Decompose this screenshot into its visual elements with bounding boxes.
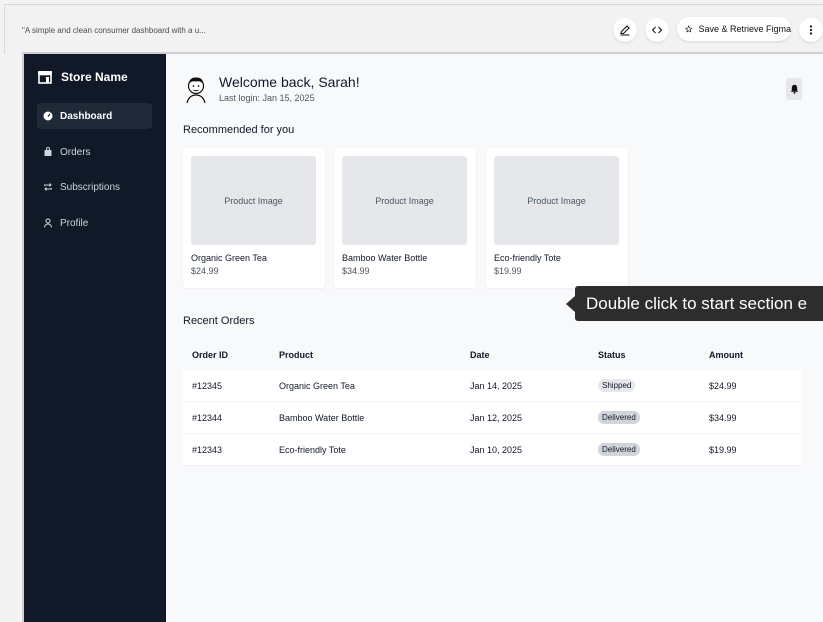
pencil-icon [620,25,630,36]
product-price: $34.99 [342,266,370,276]
product-image: Product Image [342,156,467,245]
product-price: $24.99 [191,266,219,276]
status-badge: Delivered [598,411,640,424]
product-name: Eco-friendly Tote [494,253,561,263]
editor-toolbar: "A simple and clean consumer dashboard w… [4,4,823,54]
status-badge: Delivered [598,443,640,456]
tooltip-arrow [566,296,575,312]
product-card[interactable]: Product Image Eco-friendly Tote $19.99 [486,148,628,288]
order-date: Jan 10, 2025 [470,444,523,455]
order-product: Eco-friendly Tote [279,444,346,455]
product-name: Organic Green Tea [191,253,267,263]
bag-icon [44,147,52,156]
sidebar-item-label: Subscriptions [60,181,121,193]
column-header: Amount [709,350,743,360]
order-product: Organic Green Tea [279,380,355,391]
product-card[interactable]: Product Image Organic Green Tea $24.99 [183,148,325,288]
sidebar-item-dashboard[interactable]: Dashboard [37,103,152,129]
table-row[interactable]: #12345 Organic Green Tea Jan 14, 2025 Sh… [183,370,801,402]
welcome-heading: Welcome back, Sarah! [219,74,360,90]
product-price: $19.99 [494,266,522,276]
brand-name: Store Name [61,70,128,84]
product-image: Product Image [494,156,619,245]
save-retrieve-figma-button[interactable]: Save & Retrieve Figma [677,17,791,41]
order-amount: $24.99 [709,380,737,391]
notifications-button[interactable] [786,78,802,100]
avatar [186,77,206,104]
column-header: Status [598,350,626,360]
product-card[interactable]: Product Image Bamboo Water Bottle $34.99 [334,148,476,288]
more-options-button[interactable] [799,18,823,42]
order-date: Jan 14, 2025 [470,380,523,391]
last-login-text: Last login: Jan 15, 2025 [219,93,315,103]
table-header: Order ID Product Date Status Amount [183,340,801,370]
star-icon [685,25,693,33]
column-header: Product [279,350,314,360]
order-amount: $19.99 [709,444,737,455]
column-header: Date [470,350,490,360]
order-amount: $34.99 [709,412,737,423]
gauge-icon [43,111,53,121]
main-content: Welcome back, Sarah! Last login: Jan 15,… [166,54,823,622]
store-icon [38,71,52,84]
order-id: #12345 [192,380,223,391]
table-row[interactable]: #12344 Bamboo Water Bottle Jan 12, 2025 … [183,402,801,434]
code-button[interactable] [645,18,669,42]
user-icon [44,218,52,228]
table-row[interactable]: #12343 Eco-friendly Tote Jan 10, 2025 De… [183,434,801,466]
orders-table: Order ID Product Date Status Amount #123… [183,340,801,466]
sidebar-item-label: Orders [60,146,91,158]
repeat-icon [44,183,52,191]
recommended-title: Recommended for you [183,124,295,136]
prompt-preview[interactable]: "A simple and clean consumer dashboard w… [22,26,206,35]
sidebar-item-profile[interactable]: Profile [37,210,152,236]
sidebar-item-orders[interactable]: Orders [37,139,152,165]
status-badge: Shipped [598,379,636,392]
figma-button-label: Save & Retrieve Figma [698,24,791,34]
sidebar: Store Name Dashboard Orders Subscription… [24,54,166,622]
recent-orders-title: Recent Orders [183,315,255,327]
edit-button[interactable] [613,18,637,42]
section-tooltip: Double click to start section e [575,286,823,321]
dashboard-preview-frame: Store Name Dashboard Orders Subscription… [22,52,823,622]
brand[interactable]: Store Name [37,70,128,84]
order-date: Jan 12, 2025 [470,412,523,423]
vertical-dots-icon [809,25,813,35]
product-image: Product Image [191,156,316,245]
sidebar-item-subscriptions[interactable]: Subscriptions [37,174,152,200]
sidebar-item-label: Dashboard [60,110,113,122]
order-id: #12344 [192,412,223,423]
order-product: Bamboo Water Bottle [279,412,365,423]
code-icon [651,26,663,34]
product-name: Bamboo Water Bottle [342,253,428,263]
bell-icon [790,84,798,94]
order-id: #12343 [192,444,223,455]
column-header: Order ID [192,350,229,360]
sidebar-item-label: Profile [60,217,89,229]
